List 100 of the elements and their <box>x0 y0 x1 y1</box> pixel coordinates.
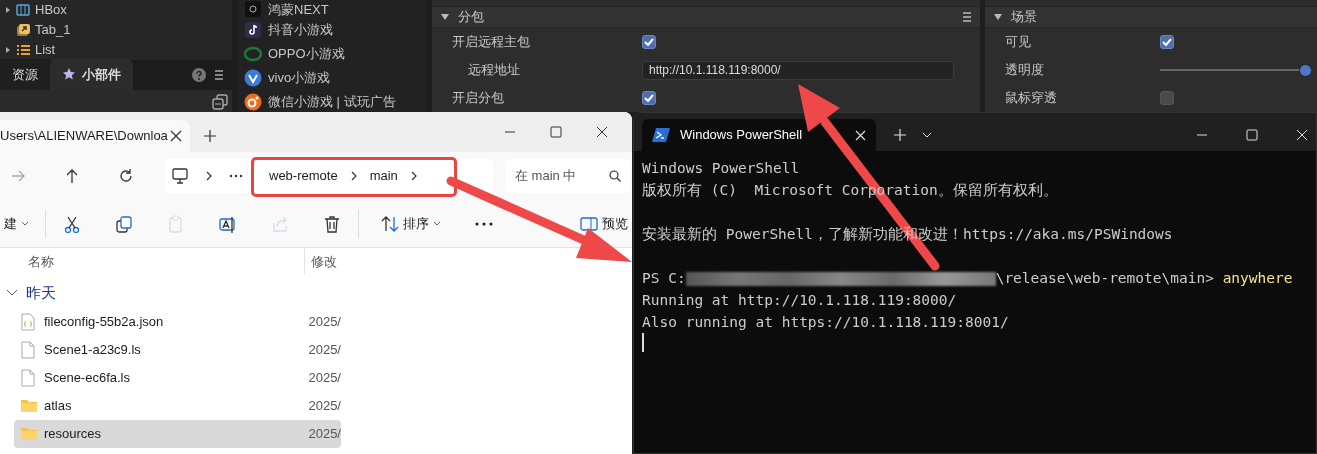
tree-item-label[interactable]: HBox <box>35 0 67 20</box>
restore-window-icon[interactable] <box>212 94 228 110</box>
json-file-icon <box>20 313 38 331</box>
expand-caret-icon[interactable] <box>4 46 12 54</box>
property-label: 可见 <box>1004 33 1032 52</box>
maximize-icon[interactable] <box>550 126 562 138</box>
close-icon[interactable] <box>170 130 182 142</box>
terminal-line: Windows PowerShell <box>642 159 801 178</box>
breadcrumb-item[interactable]: main <box>369 166 398 186</box>
platform-icon <box>244 0 262 18</box>
prompt-text: PS C: <box>642 270 686 286</box>
text-cursor <box>642 333 644 352</box>
file-date: 2025/ <box>308 341 341 360</box>
file-icon <box>20 369 38 387</box>
new-button[interactable]: 建 <box>0 209 33 238</box>
checkbox[interactable] <box>1160 35 1174 49</box>
chevron-icon <box>409 171 418 181</box>
file-row[interactable]: fileconfig-55b2a.json 2025/ <box>14 308 341 336</box>
copy-icon <box>115 214 133 233</box>
clipboard-icon <box>167 214 185 233</box>
platform-item[interactable]: 鸿蒙NEXT <box>268 0 329 20</box>
tree-item-label[interactable]: Tab_1 <box>35 20 71 40</box>
checkbox[interactable] <box>1160 91 1174 105</box>
circle-logo-icon <box>244 93 262 111</box>
v-logo-icon <box>244 69 262 87</box>
close-icon[interactable] <box>596 126 608 138</box>
checkbox[interactable] <box>642 91 656 105</box>
file-date: 2025/ <box>308 313 341 332</box>
expand-caret-icon[interactable] <box>4 6 12 14</box>
command-text: anywhere <box>1222 270 1293 286</box>
terminal-tab[interactable]: Windows PowerShell <box>642 119 876 151</box>
ellipsis-icon <box>229 174 243 178</box>
more-icon <box>475 221 493 226</box>
hbox-icon <box>16 3 31 17</box>
powershell-icon <box>652 127 670 143</box>
property-label: 开启远程主包 <box>451 33 531 52</box>
menu-icon[interactable] <box>962 11 972 23</box>
help-icon[interactable] <box>192 68 206 82</box>
checkbox[interactable] <box>642 35 656 49</box>
file-name: atlas <box>44 397 73 416</box>
tab-title: Users\ALIENWARE\Downloa <box>0 127 168 146</box>
star-icon <box>62 67 76 82</box>
file-name: Scene-ec6fa.ls <box>44 369 131 388</box>
share-icon <box>271 214 289 233</box>
explorer-tab[interactable]: Users\ALIENWARE\Downloa <box>0 120 190 152</box>
up-arrow-icon <box>64 168 80 184</box>
property-label: 开启分包 <box>451 89 505 108</box>
file-name: Scene1-a23c9.ls <box>44 341 142 360</box>
slider-thumb[interactable] <box>1299 63 1312 77</box>
column-header[interactable]: 名称 <box>0 248 305 274</box>
file-row[interactable]: resources 2025/ <box>14 420 341 448</box>
platform-item[interactable]: 抖音小游戏 <box>268 20 333 40</box>
prompt-path: \release\web-remote\main> <box>995 270 1215 286</box>
platform-item[interactable]: 微信小游戏 | 试玩广告 <box>268 92 396 112</box>
column-header[interactable]: 修改 <box>305 248 337 274</box>
sort-button[interactable]: 排序 <box>377 209 445 238</box>
file-row[interactable]: Scene1-a23c9.ls 2025/ <box>14 336 341 364</box>
property-label: 鼠标穿透 <box>1004 89 1058 108</box>
caret-icon <box>21 220 29 227</box>
section-header[interactable]: 场景 <box>985 6 1317 28</box>
collapse-caret-icon[interactable] <box>440 13 450 21</box>
preview-icon <box>580 214 598 233</box>
sort-icon <box>381 214 399 233</box>
chevron-icon <box>349 171 358 181</box>
music-note-icon <box>244 21 262 39</box>
panel-tab[interactable]: 小部件 <box>50 58 133 90</box>
group-header[interactable]: 昨天 <box>0 278 345 308</box>
search-field[interactable]: 在 main 中 <box>505 159 631 193</box>
preview-button[interactable]: 预览 <box>576 209 632 238</box>
trash-icon <box>323 214 341 233</box>
file-name: resources <box>44 425 103 444</box>
search-icon <box>609 170 621 182</box>
platform-item[interactable]: vivo小游戏 <box>268 68 331 88</box>
terminal-line: Running at http://10.1.118.119:8000/ <box>642 291 958 310</box>
computer-icon <box>171 167 189 185</box>
folder-icon <box>20 397 38 415</box>
terminal-line: Also running at https://10.1.118.119:8001/ <box>642 313 1010 332</box>
file-date: 2025/ <box>308 369 341 388</box>
file-date: 2025/ <box>308 397 341 416</box>
tree-item-label[interactable]: List <box>35 40 56 60</box>
breadcrumb-item[interactable]: web-remote <box>269 166 338 186</box>
section-header[interactable]: 分包 <box>432 6 980 28</box>
chevron-icon <box>205 171 213 181</box>
file-row[interactable]: atlas 2025/ <box>14 392 341 420</box>
file-row[interactable]: Scene-ec6fa.ls 2025/ <box>14 364 341 392</box>
cut-icon <box>63 214 81 233</box>
dropdown-icon[interactable] <box>922 132 932 138</box>
property-label: 远程地址 <box>467 61 521 80</box>
ring-icon <box>244 45 262 63</box>
refresh-icon <box>118 168 134 184</box>
menu-icon[interactable] <box>214 69 224 81</box>
folder-icon <box>20 425 38 443</box>
url-field[interactable]: http://10.1.118.119:8000/ <box>642 60 954 80</box>
tab-icon <box>16 23 31 37</box>
rename-icon <box>219 214 237 233</box>
add-tab-icon[interactable] <box>204 130 216 142</box>
collapse-caret-icon[interactable] <box>993 13 1003 21</box>
collapse-chevron-icon[interactable] <box>6 289 18 297</box>
platform-item[interactable]: OPPO小游戏 <box>268 44 345 64</box>
list-icon <box>16 43 31 57</box>
